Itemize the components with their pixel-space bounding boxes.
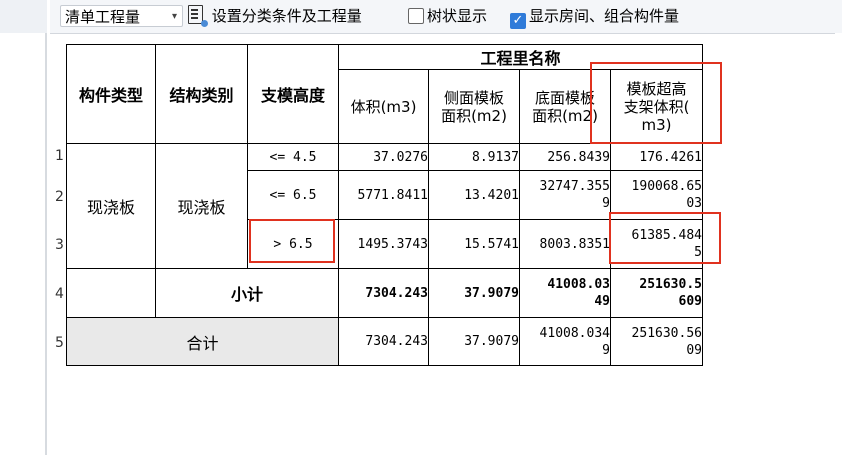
total-bottom-line1: 41008.034 bbox=[539, 325, 610, 341]
header-component-type[interactable]: 构件类型 bbox=[66, 44, 156, 144]
subtotal-row[interactable]: 小计 7304.243 37.9079 41008.03 49 251630.5 6… bbox=[66, 268, 703, 318]
subtotal-tall-line1: 251630.5 bbox=[639, 277, 702, 292]
row-number: 1 bbox=[55, 148, 64, 164]
left-panel bbox=[0, 0, 47, 455]
total-side-area[interactable]: 37.9079 bbox=[428, 317, 520, 366]
header-side-formwork-line2: 面积(m2) bbox=[441, 106, 507, 125]
cell-bottom-area[interactable]: 256.8439 bbox=[519, 143, 611, 171]
set-classification-button[interactable]: 设置分类条件及工程量 bbox=[188, 5, 362, 27]
cell-bottom-area[interactable]: 32747.355 9 bbox=[519, 170, 611, 220]
cell-side-area[interactable]: 13.4201 bbox=[428, 170, 520, 220]
tree-display-checkbox[interactable] bbox=[408, 8, 424, 24]
total-bottom-line2: 9 bbox=[602, 342, 610, 358]
total-tall-support-volume[interactable]: 251630.56 09 bbox=[610, 317, 703, 366]
show-room-toggle[interactable]: ✓ 显示房间、组合构件量 bbox=[510, 5, 680, 29]
cell-side-area[interactable]: 15.5741 bbox=[428, 219, 520, 269]
highlight-box-height bbox=[249, 219, 335, 263]
set-classification-label: 设置分类条件及工程量 bbox=[211, 7, 362, 25]
total-tall-line1: 251630.56 bbox=[631, 325, 702, 341]
subtotal-side-area[interactable]: 37.9079 bbox=[428, 268, 520, 318]
header-support-height[interactable]: 支模高度 bbox=[247, 44, 339, 144]
cell-tall-line1: 190068.65 bbox=[631, 179, 702, 194]
show-room-label: 显示房间、组合构件量 bbox=[529, 7, 680, 25]
subtotal-bottom-line2: 49 bbox=[594, 294, 610, 309]
cell-blank bbox=[66, 268, 156, 318]
cell-bottom-area[interactable]: 8003.8351 bbox=[519, 219, 611, 269]
header-volume-text: 体积(m3) bbox=[350, 97, 417, 116]
header-volume[interactable]: 体积(m3) bbox=[338, 69, 429, 144]
total-tall-line2: 09 bbox=[686, 342, 702, 358]
right-margin bbox=[835, 33, 842, 455]
cell-height[interactable]: <= 6.5 bbox=[247, 170, 339, 220]
panel-splitter[interactable] bbox=[45, 33, 47, 455]
cell-bottom-area-line1: 32747.355 bbox=[539, 179, 610, 194]
highlight-box-header bbox=[590, 62, 722, 144]
cell-volume[interactable]: 1495.3743 bbox=[338, 219, 429, 269]
row-number: 4 bbox=[55, 286, 64, 302]
subtotal-tall-line2: 609 bbox=[678, 294, 702, 309]
header-bottom-formwork-line1: 底面模板 bbox=[534, 88, 595, 107]
header-side-formwork[interactable]: 侧面模板 面积(m2) bbox=[428, 69, 520, 144]
cell-height[interactable]: <= 4.5 bbox=[247, 143, 339, 171]
total-label[interactable]: 合计 bbox=[66, 317, 339, 366]
row-number: 5 bbox=[55, 335, 64, 351]
highlight-box-value bbox=[609, 212, 721, 264]
cell-tall-support-volume[interactable]: 176.4261 bbox=[610, 143, 703, 171]
cell-tall-line2: 03 bbox=[686, 196, 702, 211]
cell-bottom-area-line2: 9 bbox=[602, 196, 610, 211]
left-panel-header bbox=[0, 0, 47, 33]
subtotal-bottom-area[interactable]: 41008.03 49 bbox=[519, 268, 611, 318]
cell-structure-category[interactable]: 现浇板 bbox=[155, 143, 248, 269]
show-room-checkbox[interactable]: ✓ bbox=[510, 13, 526, 29]
total-row[interactable]: 合计 7304.243 37.9079 41008.034 9 251630.56… bbox=[66, 317, 703, 366]
header-side-formwork-line1: 侧面模板 bbox=[443, 88, 504, 107]
table-row[interactable]: 现浇板 现浇板 <= 4.5 37.0276 8.9137 256.8439 1… bbox=[66, 143, 703, 269]
cell-volume[interactable]: 37.0276 bbox=[338, 143, 429, 171]
settings-list-icon bbox=[188, 5, 208, 27]
header-bottom-formwork-line2: 面积(m2) bbox=[532, 106, 598, 125]
cell-side-area[interactable]: 8.9137 bbox=[428, 143, 520, 171]
quantity-type-dropdown[interactable]: 清单工程量 ▾ bbox=[60, 5, 183, 27]
toolbar: 清单工程量 ▾ 设置分类条件及工程量 树状显示 ✓ 显示房间、组合构件量 bbox=[50, 0, 842, 34]
total-volume[interactable]: 7304.243 bbox=[338, 317, 429, 366]
header-structure-category[interactable]: 结构类别 bbox=[155, 44, 248, 144]
row-number: 3 bbox=[55, 237, 64, 253]
cell-component-type[interactable]: 现浇板 bbox=[66, 143, 156, 269]
total-bottom-area[interactable]: 41008.034 9 bbox=[519, 317, 611, 366]
subtotal-tall-support-volume[interactable]: 251630.5 609 bbox=[610, 268, 703, 318]
subtotal-bottom-line1: 41008.03 bbox=[547, 277, 610, 292]
subtotal-volume[interactable]: 7304.243 bbox=[338, 268, 429, 318]
chevron-down-icon: ▾ bbox=[171, 11, 177, 22]
subtotal-label[interactable]: 小计 bbox=[155, 268, 339, 318]
row-number: 2 bbox=[55, 189, 64, 205]
quantity-type-value: 清单工程量 bbox=[65, 8, 141, 26]
tree-display-label: 树状显示 bbox=[427, 7, 488, 25]
tree-display-toggle[interactable]: 树状显示 bbox=[408, 5, 487, 27]
cell-volume[interactable]: 5771.8411 bbox=[338, 170, 429, 220]
